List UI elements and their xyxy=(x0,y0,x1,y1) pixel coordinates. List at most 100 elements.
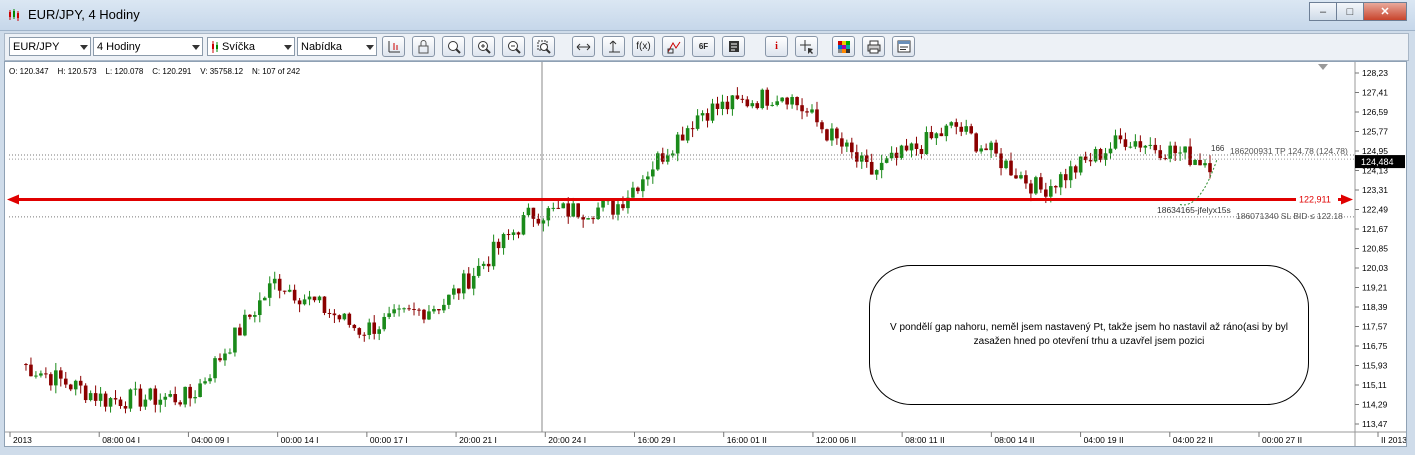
candle-body xyxy=(745,99,750,107)
candle-body xyxy=(88,393,93,401)
candle-body xyxy=(760,89,765,109)
horizontal-scale-button[interactable] xyxy=(572,36,595,57)
candle-body xyxy=(1208,163,1212,173)
candle-body xyxy=(432,308,436,312)
candle-body xyxy=(775,101,779,105)
candle-body xyxy=(651,169,655,177)
candle-body xyxy=(949,122,954,126)
candle-body xyxy=(83,385,88,401)
candle-body xyxy=(1163,158,1168,160)
candle-body xyxy=(989,142,993,151)
candle-body xyxy=(631,187,635,198)
maximize-button[interactable]: □ xyxy=(1336,2,1364,21)
candle-body xyxy=(914,143,919,150)
candle-body xyxy=(566,203,571,217)
candle-body xyxy=(1063,174,1068,181)
close-button[interactable]: ✕ xyxy=(1363,2,1407,21)
candle-body xyxy=(272,278,277,284)
candle-body xyxy=(34,375,38,377)
candle-body xyxy=(1088,160,1093,162)
time-label: 00:00 14 I xyxy=(281,435,319,445)
horizontal-arrows-icon xyxy=(576,43,591,50)
price-label: 121,67 xyxy=(1362,224,1388,234)
candle-body xyxy=(785,97,789,105)
candle-body xyxy=(616,204,620,215)
candle-body xyxy=(367,322,372,335)
indicators-button[interactable]: f(x) xyxy=(632,36,655,57)
price-label: 123,31 xyxy=(1362,185,1388,195)
drawing-tools-button[interactable] xyxy=(662,36,685,57)
candle-body xyxy=(964,126,969,132)
zoom-out-button[interactable] xyxy=(502,36,525,57)
candle-body xyxy=(586,218,590,220)
period-select[interactable]: 4 Hodiny xyxy=(93,37,203,56)
window-title: EUR/JPY, 4 Hodiny xyxy=(28,7,140,22)
candle-body xyxy=(422,309,426,320)
info-button[interactable]: i xyxy=(765,36,788,57)
cursor-crosshair-button[interactable] xyxy=(795,36,818,57)
lock-chart-button[interactable] xyxy=(412,36,435,57)
text-note-button[interactable] xyxy=(722,36,745,57)
symbol-select[interactable]: EUR/JPY xyxy=(9,37,91,56)
candle-body xyxy=(347,313,352,325)
time-label: 16:00 29 I xyxy=(638,435,676,445)
candle-body xyxy=(138,388,143,407)
print-button[interactable] xyxy=(862,36,885,57)
price-label: 128,23 xyxy=(1362,68,1388,78)
candle-body xyxy=(636,187,640,192)
candle-body xyxy=(929,132,934,139)
candle-body xyxy=(1014,175,1018,179)
candle-body xyxy=(461,273,466,294)
candle-body xyxy=(44,373,48,375)
minimize-button[interactable]: – xyxy=(1309,2,1337,21)
chart-properties-button[interactable] xyxy=(892,36,915,57)
candle-body xyxy=(581,217,585,220)
price-side-select[interactable]: Nabídka xyxy=(297,37,377,56)
time-label: 04:00 19 II xyxy=(1084,435,1124,445)
period-separator-button[interactable] xyxy=(382,36,405,57)
candle-body xyxy=(705,113,710,121)
zoom-fit-button[interactable] xyxy=(442,36,465,57)
candle-body xyxy=(710,103,715,121)
candle-body xyxy=(317,296,322,301)
fibonacci-button[interactable]: 6F xyxy=(692,36,715,57)
candle-body xyxy=(700,113,705,116)
candle-body xyxy=(267,283,272,298)
annotation-note[interactable]: V pondělí gap nahoru, neměl jsem nastave… xyxy=(869,265,1309,405)
zoom-icon xyxy=(447,40,461,54)
vertical-scale-button[interactable] xyxy=(602,36,625,57)
candle-body xyxy=(815,109,819,123)
candle-body xyxy=(1118,135,1123,140)
candle-body xyxy=(54,370,58,386)
candle-body xyxy=(1034,177,1038,194)
candle-body xyxy=(1108,148,1113,154)
zoom-area-button[interactable] xyxy=(532,36,555,57)
candle-body xyxy=(203,381,207,384)
candle-body xyxy=(387,313,391,317)
chevron-down-icon xyxy=(366,45,374,50)
chart-area[interactable]: O: 120.347 H: 120.573 L: 120.078 C: 120.… xyxy=(4,61,1407,447)
price-label: 120,85 xyxy=(1362,244,1388,254)
candle-body xyxy=(740,98,745,100)
status-strip xyxy=(0,449,1415,455)
chart-colors-button[interactable] xyxy=(832,36,855,57)
candle-body xyxy=(307,296,312,300)
time-label: 00:00 27 II xyxy=(1262,435,1302,445)
chart-type-select[interactable]: Svíčka xyxy=(207,37,295,56)
time-label: 00:00 17 I xyxy=(370,435,408,445)
candle-body xyxy=(1009,160,1013,176)
scroll-marker-icon xyxy=(1318,64,1328,70)
candle-body xyxy=(1123,139,1128,147)
title-bar: EUR/JPY, 4 Hodiny – □ ✕ xyxy=(0,0,1415,31)
candle-body xyxy=(1173,145,1177,154)
zoom-in-button[interactable] xyxy=(472,36,495,57)
candle-body xyxy=(58,370,63,379)
candle-body xyxy=(1113,135,1118,149)
candle-body xyxy=(919,149,924,155)
candle-body xyxy=(312,296,317,301)
candle-body xyxy=(571,203,576,217)
candle-body xyxy=(944,125,949,137)
time-label: 04:00 09 I xyxy=(191,435,229,445)
printer-icon xyxy=(867,40,880,53)
candle-body xyxy=(795,97,799,106)
